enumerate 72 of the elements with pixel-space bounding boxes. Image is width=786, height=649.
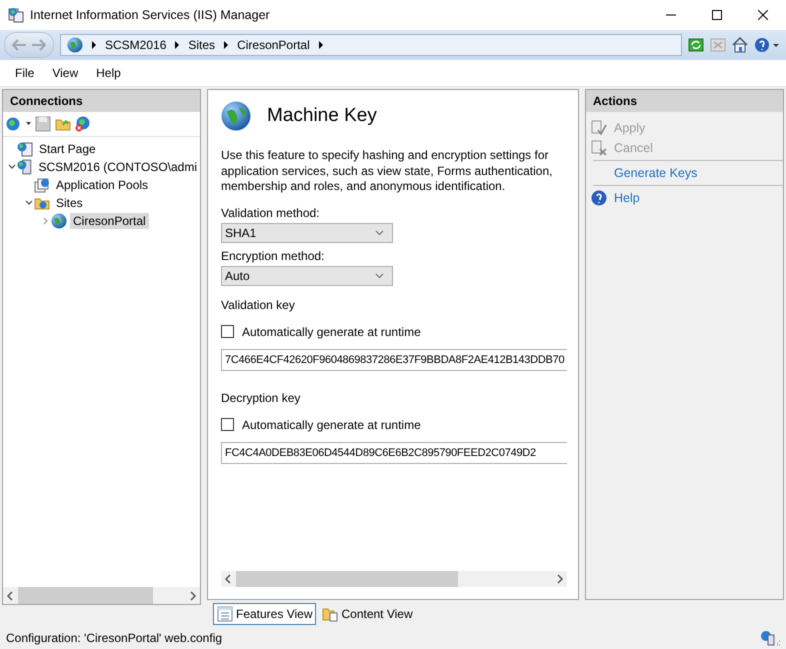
key-input-field[interactable]: FC4C4A0DEB83E06D4544D89C6E6B2C895790FEED2C0749D2 <box>221 442 567 464</box>
scroll-right-icon[interactable] <box>556 574 564 584</box>
scroll-left-icon[interactable] <box>224 574 232 584</box>
breadcrumb-item[interactable]: CiresonPortal <box>237 38 310 52</box>
breadcrumb-item[interactable]: SCSM2016 <box>105 38 166 52</box>
dropdown-caret-icon <box>26 122 31 126</box>
expanded-chevron-icon[interactable] <box>8 164 16 170</box>
scrollbar-thumb[interactable] <box>18 587 153 604</box>
pane-title: Actions <box>586 90 783 112</box>
globe-icon <box>221 101 251 131</box>
scroll-right-icon[interactable] <box>189 590 197 600</box>
checkbox-label: Automatically generate at runtime <box>242 324 421 338</box>
scrollbar-thumb[interactable] <box>236 571 458 587</box>
disconnect-globe-icon[interactable] <box>75 116 91 132</box>
breadcrumb-arrow-icon <box>318 41 324 49</box>
tree-item[interactable]: SCSM2016 (CONTOSO\admi <box>36 159 200 175</box>
server-icon <box>16 159 32 175</box>
field-label: Encryption method: <box>221 248 326 262</box>
tree-item[interactable]: Sites <box>53 195 86 211</box>
menu-item[interactable]: Help <box>87 66 130 80</box>
scroll-left-icon[interactable] <box>6 590 14 600</box>
expanded-chevron-icon[interactable] <box>25 200 33 206</box>
tree-item[interactable]: Application Pools <box>53 177 152 193</box>
back-arrow-icon <box>11 39 27 51</box>
checkbox[interactable] <box>221 418 234 431</box>
start-page-icon <box>17 141 33 157</box>
maximize-icon <box>712 10 722 20</box>
address-field[interactable]: SCSM2016 Sites CiresonPortal <box>60 34 682 56</box>
view-tab[interactable]: Content View <box>318 602 417 624</box>
dropdown[interactable]: Auto <box>221 266 393 286</box>
window-title: Internet Information Services (IIS) Manager <box>30 8 271 22</box>
feature-title: Machine Key <box>267 105 377 127</box>
pane-title: Connections <box>3 90 200 112</box>
breadcrumb-arrow-icon <box>91 41 97 49</box>
breadcrumb-arrow-icon <box>223 41 230 49</box>
globe-icon <box>51 213 67 229</box>
list-view-icon <box>217 606 233 622</box>
key-input-field[interactable]: 7C466E4CF42620F9604869837286E37F9BBDA8F2AE412B143DDB70 <box>221 348 567 370</box>
close-icon <box>758 10 768 20</box>
document-check-icon <box>591 120 607 136</box>
application-pools-icon <box>34 177 50 193</box>
horizontal-scrollbar[interactable] <box>3 587 200 604</box>
feature-description: Use this feature to specify hashing and encryption settings for application services, such as view state, Forms authentication, membership and roles, and anonymous identification. <box>221 148 554 194</box>
breadcrumb-item[interactable]: Sites <box>188 38 216 52</box>
menu-item[interactable]: View <box>43 66 88 80</box>
field-label: Validation method: <box>221 206 321 220</box>
section-label: Validation key <box>221 298 296 312</box>
status-text: Configuration: 'CiresonPortal' web.config <box>6 631 224 645</box>
document-x-icon <box>591 140 607 156</box>
globe-icon <box>67 37 83 53</box>
folder-document-icon <box>322 606 338 622</box>
chevron-down-icon <box>375 272 384 278</box>
action-link[interactable]: Help <box>614 191 640 205</box>
checkbox-label: Automatically generate at runtime <box>242 418 421 432</box>
menu-item[interactable]: File <box>6 66 44 80</box>
view-tab[interactable]: Features View <box>213 602 316 624</box>
breadcrumb-arrow-icon <box>174 41 180 49</box>
dropdown[interactable]: SHA1 <box>221 222 393 242</box>
tree-item[interactable]: Start Page <box>36 141 99 157</box>
refresh-icon <box>688 37 704 53</box>
section-label: Decryption key <box>221 390 302 404</box>
forward-arrow-icon <box>31 39 47 51</box>
tree-item[interactable]: CiresonPortal <box>70 213 149 229</box>
collapsed-chevron-icon[interactable] <box>43 217 49 225</box>
server-status-icon <box>760 630 780 646</box>
stop-icon <box>710 37 726 53</box>
home-icon <box>732 37 748 53</box>
checkbox[interactable] <box>221 325 234 338</box>
chevron-down-icon <box>375 230 384 236</box>
horizontal-scrollbar[interactable] <box>221 571 567 587</box>
connect-globe-icon[interactable] <box>6 116 22 132</box>
action-link[interactable]: Generate Keys <box>614 166 698 180</box>
